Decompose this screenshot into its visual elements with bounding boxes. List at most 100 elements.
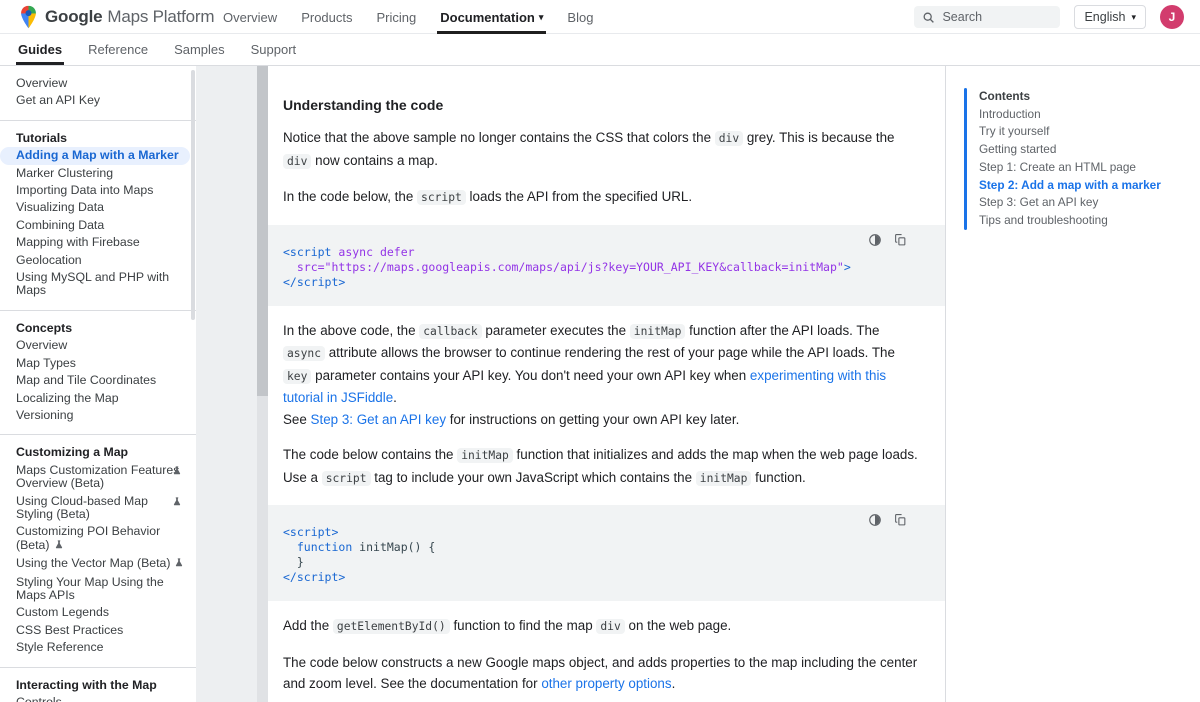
- paragraph: Notice that the above sample no longer c…: [283, 130, 895, 169]
- sidebar-section-header: Concepts: [16, 320, 73, 335]
- sidebar-item-label: Combining Data: [16, 217, 105, 232]
- inline-code: key: [283, 368, 312, 384]
- dark-mode-toggle-icon[interactable]: [868, 233, 883, 248]
- content-scrollbar-thumb[interactable]: [257, 66, 268, 396]
- beta-flask-icon: [172, 496, 182, 510]
- sidebar-item-label: Map Types: [16, 355, 76, 370]
- sidebar-item-label: Mapping with Firebase: [16, 235, 140, 250]
- sidebar-item-get-an-api-key[interactable]: Get an API Key: [0, 92, 196, 109]
- sidebar-item-label: Importing Data into Maps: [16, 183, 154, 198]
- inline-code: async: [283, 346, 326, 361]
- inline-code: getElementById(): [332, 619, 450, 634]
- sidebar-item-adding-a-map-with-a-marker[interactable]: Adding a Map with a Marker: [0, 147, 190, 165]
- beta-flask-icon: [174, 557, 184, 571]
- logo-text-maps-platform: Maps Platform: [107, 6, 215, 26]
- toc-item-tips-and-troubleshooting[interactable]: Tips and troubleshooting: [979, 212, 1161, 230]
- gutter: [196, 66, 258, 702]
- link-step-3-get-an-api-key[interactable]: Step 3: Get an API key: [311, 412, 446, 427]
- chevron-down-icon: ▾: [538, 11, 544, 22]
- tab-reference[interactable]: Reference: [88, 34, 148, 65]
- nav-item-blog[interactable]: Blog: [567, 0, 593, 34]
- nav-item-products[interactable]: Products: [301, 0, 352, 34]
- sidebar-item-marker-clustering[interactable]: Marker Clustering: [0, 165, 196, 182]
- nav-item-label: Documentation: [440, 9, 535, 25]
- sidebar-item-localizing-the-map[interactable]: Localizing the Map: [0, 390, 196, 407]
- code-line: <script async defer: [283, 244, 415, 259]
- sidebar-item-using-cloud-based-map-styling-beta[interactable]: Using Cloud-based Map Styling (Beta): [0, 493, 196, 524]
- sidebar-item-importing-data-into-maps[interactable]: Importing Data into Maps: [0, 182, 196, 199]
- code-line: </script>: [283, 274, 346, 289]
- sidebar-item-overview[interactable]: Overview: [0, 75, 196, 92]
- sidebar-item-css-best-practices[interactable]: CSS Best Practices: [0, 622, 196, 639]
- nav-item-documentation[interactable]: Documentation ▾: [437, 0, 547, 34]
- toc-item-getting-started[interactable]: Getting started: [979, 141, 1161, 159]
- sidebar-item-label: Visualizing Data: [16, 200, 104, 215]
- sidebar-item-label: Maps Customization Features Overview (Be…: [16, 462, 180, 491]
- code-line: function initMap() {: [296, 540, 436, 554]
- left-sidebar: Overview Get an API Key Tutorials Adding a …: [0, 66, 196, 702]
- top-header: Google Maps Platform Overview Products Pri…: [0, 0, 1200, 34]
- nav-item-pricing[interactable]: Pricing: [377, 0, 417, 34]
- sidebar-section-customizing-a-map: Customizing a Map Maps Customization Feat…: [0, 434, 196, 666]
- sidebar-section-header: Interacting with the Map: [16, 677, 157, 692]
- copy-code-icon[interactable]: [894, 233, 909, 248]
- sidebar-item-mapping-with-firebase[interactable]: Mapping with Firebase: [0, 234, 196, 251]
- tab-support[interactable]: Support: [251, 34, 297, 65]
- sidebar-item-using-mysql-and-php-with-maps[interactable]: Using MySQL and PHP with Maps: [0, 269, 196, 300]
- sidebar-item-controls[interactable]: Controls: [0, 694, 196, 702]
- chevron-down-icon: ▾: [1131, 11, 1136, 22]
- code-actions: [868, 233, 909, 248]
- sidebar-item-using-the-vector-map-beta[interactable]: Using the Vector Map (Beta): [0, 555, 196, 573]
- toc-item-step-3-get-an-api-key[interactable]: Step 3: Get an API key: [979, 194, 1161, 212]
- tab-guides[interactable]: Guides: [15, 34, 65, 65]
- sidebar-item-label: Get an API Key: [16, 93, 101, 108]
- sidebar-item-visualizing-data[interactable]: Visualizing Data: [0, 199, 196, 216]
- sidebar-item-versioning[interactable]: Versioning: [0, 407, 196, 424]
- inline-code: initMap: [629, 323, 686, 339]
- link-other-property-options[interactable]: other property options: [541, 676, 671, 691]
- language-selector[interactable]: English ▾: [1074, 5, 1146, 29]
- toc-item-step-1-create-an-html-page[interactable]: Step 1: Create an HTML page: [979, 159, 1161, 177]
- toc-item-step-2-add-a-map-with-a-marker[interactable]: Step 2: Add a map with a marker: [979, 177, 1161, 195]
- link-experimenting-with-this-tutori[interactable]: experimenting with this tutorial in JSFi…: [283, 368, 886, 406]
- sidebar-item-maps-customization-features-overview-beta[interactable]: Maps Customization Features Overview (Be…: [0, 462, 196, 493]
- google-maps-platform-logo[interactable]: Google Maps Platform: [20, 5, 215, 29]
- sidebar-item-label: Using the Vector Map (Beta): [16, 556, 171, 571]
- sidebar-item-overview[interactable]: Overview: [0, 337, 196, 354]
- search-input[interactable]: [942, 10, 1053, 24]
- toc-item-try-it-yourself[interactable]: Try it yourself: [979, 123, 1161, 141]
- inline-code: initMap: [457, 448, 513, 463]
- sidebar-section-0: Overview Get an API Key: [0, 66, 196, 120]
- beta-flask-icon: [54, 539, 64, 553]
- avatar[interactable]: J: [1160, 5, 1184, 29]
- toc-item-introduction[interactable]: Introduction: [979, 106, 1161, 124]
- nav-item-overview[interactable]: Overview: [223, 0, 277, 34]
- sidebar-item-combining-data[interactable]: Combining Data: [0, 217, 196, 234]
- sidebar-item-label: Using Cloud-based Map Styling (Beta): [16, 493, 148, 521]
- sidebar-item-label: Geolocation: [16, 252, 82, 267]
- section-heading: Understanding the code: [283, 97, 444, 113]
- sidebar-item-customizing-poi-behavior-beta[interactable]: Customizing POI Behavior (Beta): [0, 523, 196, 555]
- search-box[interactable]: [914, 6, 1061, 28]
- sidebar-item-geolocation[interactable]: Geolocation: [0, 252, 196, 269]
- copy-code-icon[interactable]: [894, 513, 909, 528]
- sidebar-item-label: Customizing POI Behavior (Beta): [16, 524, 161, 552]
- sidebar-item-style-reference[interactable]: Style Reference: [0, 639, 196, 656]
- sidebar-item-label: Overview: [16, 338, 68, 353]
- sidebar-item-map-and-tile-coordinates[interactable]: Map and Tile Coordinates: [0, 372, 196, 389]
- sidebar-item-styling-your-map-using-the-maps-apis[interactable]: Styling Your Map Using the Maps APIs: [0, 574, 196, 605]
- sidebar-item-label: Custom Legends: [16, 605, 109, 620]
- sidebar-item-custom-legends[interactable]: Custom Legends: [0, 604, 196, 621]
- sidebar-item-map-types[interactable]: Map Types: [0, 355, 196, 372]
- paragraph: In the above code, the callback paramete…: [283, 322, 895, 427]
- dark-mode-toggle-icon[interactable]: [868, 513, 883, 528]
- sidebar-item-label: Controls: [16, 695, 62, 702]
- code-line: }: [283, 555, 304, 569]
- code-line: </script>: [283, 570, 346, 584]
- code-text: <script> function initMap() { } </script>: [283, 525, 919, 585]
- sidebar-scrollbar-thumb[interactable]: [191, 70, 195, 320]
- table-of-contents: Contents Introduction Try it yourself Gett…: [964, 88, 1190, 230]
- sidebar-section-header: Customizing a Map: [16, 445, 129, 460]
- paragraph: The code below constructs a new Google m…: [283, 654, 918, 692]
- tab-samples[interactable]: Samples: [174, 34, 225, 65]
